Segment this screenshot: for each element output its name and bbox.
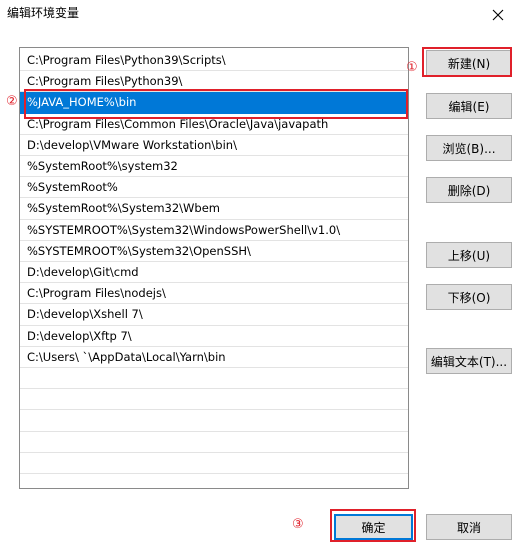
- ok-button[interactable]: 确定: [334, 514, 413, 540]
- edit-button[interactable]: 编辑(E): [426, 93, 512, 119]
- list-item[interactable]: [20, 410, 408, 432]
- list-item[interactable]: %SystemRoot%: [20, 177, 408, 199]
- delete-button[interactable]: 删除(D): [426, 177, 512, 203]
- edit-text-button[interactable]: 编辑文本(T)...: [426, 348, 512, 374]
- callout-number-one: ①: [406, 60, 418, 75]
- title-bar: 编辑环境变量: [0, 0, 518, 30]
- list-item[interactable]: [20, 368, 408, 390]
- browse-button[interactable]: 浏览(B)...: [426, 135, 512, 161]
- window-title: 编辑环境变量: [7, 6, 80, 20]
- new-button-label: 新建(N): [447, 56, 491, 71]
- list-item[interactable]: D:\develop\Xftp 7\: [20, 326, 408, 347]
- browse-button-label: 浏览(B)...: [442, 141, 496, 156]
- callout-number-two: ②: [6, 94, 18, 109]
- list-item[interactable]: %SYSTEMROOT%\System32\WindowsPowerShell\…: [20, 220, 408, 241]
- list-item[interactable]: C:\Program Files\Common Files\Oracle\Jav…: [20, 114, 408, 135]
- list-item[interactable]: %SystemRoot%\System32\Wbem: [20, 198, 408, 220]
- cancel-button-label: 取消: [456, 520, 481, 535]
- move-up-button-label: 上移(U): [447, 248, 491, 263]
- move-down-button-label: 下移(O): [447, 290, 491, 305]
- list-item[interactable]: C:\Program Files\nodejs\: [20, 283, 408, 305]
- list-item[interactable]: %SystemRoot%\system32: [20, 156, 408, 178]
- new-button[interactable]: 新建(N): [426, 50, 512, 76]
- list-item[interactable]: [20, 389, 408, 411]
- edit-button-label: 编辑(E): [448, 99, 490, 114]
- close-button[interactable]: [478, 0, 518, 30]
- list-item[interactable]: [20, 474, 408, 488]
- path-list[interactable]: C:\Program Files\Python39\Scripts\ C:\Pro…: [19, 47, 409, 489]
- move-up-button[interactable]: 上移(U): [426, 242, 512, 268]
- cancel-button[interactable]: 取消: [426, 514, 512, 540]
- ok-button-label: 确定: [361, 520, 386, 535]
- list-item[interactable]: [20, 453, 408, 474]
- list-item[interactable]: C:\Program Files\Python39\: [20, 71, 408, 93]
- list-item[interactable]: D:\develop\VMware Workstation\bin\: [20, 135, 408, 156]
- list-item[interactable]: C:\Users\ `\AppData\Local\Yarn\bin: [20, 347, 408, 368]
- list-item-selected[interactable]: %JAVA_HOME%\bin: [20, 92, 408, 114]
- list-item[interactable]: C:\Program Files\Python39\Scripts\: [20, 50, 408, 72]
- list-item[interactable]: D:\develop\Git\cmd: [20, 262, 408, 284]
- close-icon: [492, 9, 504, 21]
- delete-button-label: 删除(D): [447, 183, 491, 198]
- list-item[interactable]: %SYSTEMROOT%\System32\OpenSSH\: [20, 241, 408, 262]
- list-item[interactable]: D:\develop\Xshell 7\: [20, 304, 408, 326]
- move-down-button[interactable]: 下移(O): [426, 284, 512, 310]
- list-item[interactable]: [20, 432, 408, 453]
- callout-number-three: ③: [292, 517, 304, 532]
- edit-text-button-label: 编辑文本(T)...: [430, 354, 508, 369]
